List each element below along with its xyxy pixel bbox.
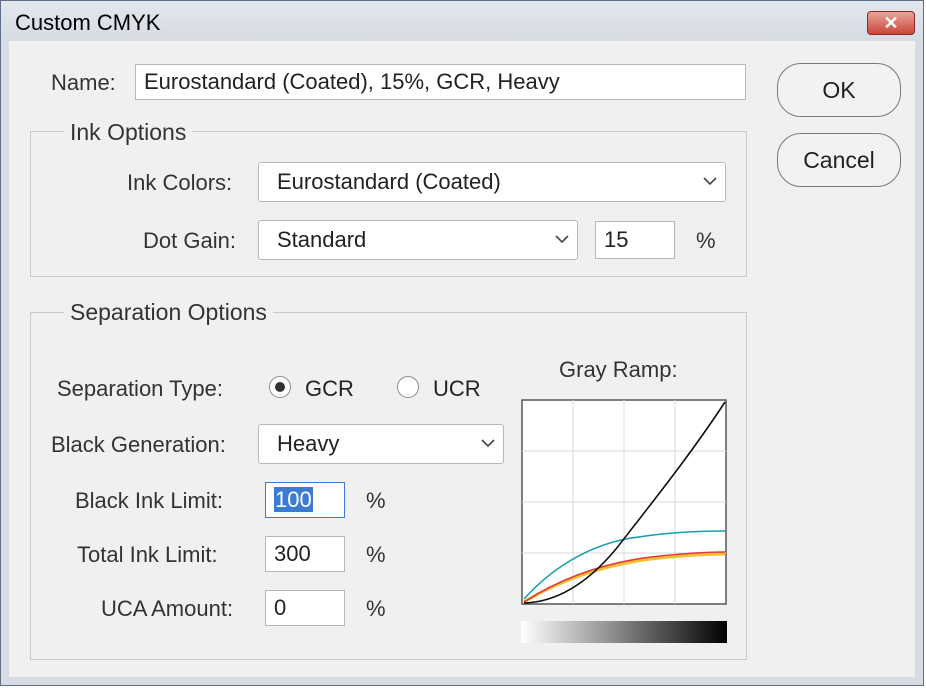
black-generation-dropdown[interactable]: Heavy bbox=[258, 424, 504, 464]
chevron-down-icon bbox=[481, 439, 495, 448]
ink-colors-label: Ink Colors: bbox=[127, 170, 233, 195]
separation-type-label: Separation Type: bbox=[57, 376, 223, 401]
ink-colors-value: Eurostandard (Coated) bbox=[277, 169, 501, 194]
window-frame-left bbox=[1, 41, 9, 685]
name-label: Name: bbox=[51, 70, 116, 95]
ink-colors-dropdown[interactable]: Eurostandard (Coated) bbox=[258, 162, 726, 202]
uca-amount-unit: % bbox=[366, 596, 386, 621]
uca-amount-input[interactable]: 0 bbox=[265, 590, 345, 626]
radio-gcr[interactable] bbox=[269, 376, 291, 398]
black-generation-label: Black Generation: bbox=[51, 432, 226, 457]
uca-amount-label: UCA Amount: bbox=[101, 596, 234, 621]
dot-gain-unit: % bbox=[696, 228, 716, 253]
radio-ucr-label[interactable]: UCR bbox=[433, 376, 481, 402]
total-ink-limit-input[interactable]: 300 bbox=[265, 536, 345, 572]
dialog-title: Custom CMYK bbox=[15, 10, 161, 35]
ink-options-title: Ink Options bbox=[64, 119, 193, 146]
total-ink-limit-unit: % bbox=[366, 542, 386, 567]
close-icon: ✕ bbox=[883, 12, 899, 33]
radio-ucr[interactable] bbox=[397, 376, 419, 398]
dot-gain-dropdown[interactable]: Standard bbox=[258, 220, 578, 260]
gray-ramp-graph bbox=[521, 399, 727, 605]
close-button[interactable]: ✕ bbox=[867, 11, 915, 35]
black-ink-limit-input[interactable]: 100 bbox=[265, 482, 345, 518]
name-input[interactable]: Eurostandard (Coated), 15%, GCR, Heavy bbox=[135, 64, 746, 100]
radio-gcr-label[interactable]: GCR bbox=[305, 376, 354, 402]
title-bar[interactable]: Custom CMYK ✕ bbox=[1, 1, 923, 41]
window-frame-right bbox=[915, 41, 923, 685]
separation-options-title: Separation Options bbox=[64, 299, 273, 326]
black-ink-limit-label: Black Ink Limit: bbox=[75, 488, 223, 513]
chevron-down-icon bbox=[555, 235, 569, 244]
total-ink-limit-label: Total Ink Limit: bbox=[77, 542, 218, 567]
dot-gain-label: Dot Gain: bbox=[143, 228, 236, 253]
chevron-down-icon bbox=[703, 177, 717, 186]
gray-ramp-gradient-bar bbox=[521, 621, 727, 643]
black-ink-limit-value: 100 bbox=[274, 487, 313, 512]
dot-gain-value: Standard bbox=[277, 227, 367, 252]
window-frame-bottom bbox=[1, 677, 923, 685]
dot-gain-amount-input[interactable]: 15 bbox=[595, 221, 675, 259]
cancel-button[interactable]: Cancel bbox=[777, 133, 901, 187]
black-ink-limit-unit: % bbox=[366, 488, 386, 513]
custom-cmyk-dialog: Custom CMYK ✕ Name: Eurostandard (Coated… bbox=[0, 0, 924, 686]
black-generation-value: Heavy bbox=[277, 431, 340, 456]
ok-button[interactable]: OK bbox=[777, 63, 901, 117]
gray-ramp-label: Gray Ramp: bbox=[559, 357, 678, 382]
